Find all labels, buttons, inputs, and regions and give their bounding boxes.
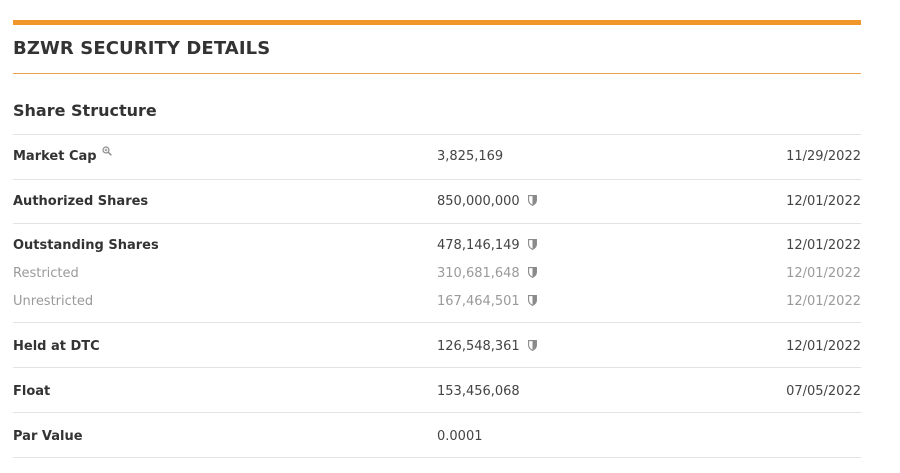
held-at-dtc-date: 12/01/2022 <box>786 339 861 354</box>
outstanding-shares-value: 478,146,149 <box>437 238 520 253</box>
authorized-shares-value: 850,000,000 <box>437 194 520 209</box>
outstanding-shares-label: Outstanding Shares <box>13 238 159 253</box>
float-label: Float <box>13 384 51 399</box>
unrestricted-label: Unrestricted <box>13 294 94 309</box>
float-value: 153,456,068 <box>437 384 520 399</box>
outstanding-shares-group: Outstanding Shares 478,146,149 12/01/202… <box>13 224 861 323</box>
restricted-row: Restricted 310,681,648 12/01/2022 <box>13 260 861 288</box>
restricted-date: 12/01/2022 <box>786 266 861 281</box>
security-details-panel: BZWR SECURITY DETAILS Share Structure Ma… <box>13 20 861 458</box>
unrestricted-value: 167,464,501 <box>437 294 520 309</box>
market-cap-label: Market Cap <box>13 143 112 171</box>
par-value-row: Par Value 0.0001 <box>13 423 861 451</box>
unrestricted-row: Unrestricted 167,464,501 12/01/2022 <box>13 288 861 316</box>
par-value-group: Par Value 0.0001 <box>13 413 861 458</box>
market-cap-label-text: Market Cap <box>13 149 97 164</box>
authorized-shares-group: Authorized Shares 850,000,000 12/01/2022 <box>13 180 861 224</box>
market-cap-row: Market Cap 3,825,169 11/29/2022 <box>13 143 861 171</box>
held-at-dtc-label: Held at DTC <box>13 339 100 354</box>
held-at-dtc-row: Held at DTC 126,548,361 12/01/2022 <box>13 333 861 361</box>
par-value-label: Par Value <box>13 429 83 444</box>
held-at-dtc-value: 126,548,361 <box>437 339 520 354</box>
market-cap-date: 11/29/2022 <box>786 149 861 164</box>
par-value-value: 0.0001 <box>437 429 483 444</box>
restricted-value-wrap: 310,681,648 <box>437 260 537 288</box>
section-title-share-structure: Share Structure <box>13 74 861 135</box>
float-date: 07/05/2022 <box>786 384 861 399</box>
restricted-value: 310,681,648 <box>437 266 520 281</box>
outstanding-shares-value-wrap: 478,146,149 <box>437 232 537 260</box>
unrestricted-date: 12/01/2022 <box>786 294 861 309</box>
authorized-shares-label: Authorized Shares <box>13 194 149 209</box>
outstanding-shares-row: Outstanding Shares 478,146,149 12/01/202… <box>13 232 861 260</box>
magnifier-icon[interactable] <box>101 146 112 156</box>
float-row: Float 153,456,068 07/05/2022 <box>13 378 861 406</box>
authorized-shares-value-wrap: 850,000,000 <box>437 188 537 216</box>
float-group: Float 153,456,068 07/05/2022 <box>13 368 861 413</box>
unrestricted-value-wrap: 167,464,501 <box>437 288 537 316</box>
market-cap-group: Market Cap 3,825,169 11/29/2022 <box>13 135 861 180</box>
page-title: BZWR SECURITY DETAILS <box>13 25 861 74</box>
restricted-label: Restricted <box>13 266 79 281</box>
shield-icon[interactable] <box>527 194 537 206</box>
shield-icon[interactable] <box>527 266 537 278</box>
held-at-dtc-value-wrap: 126,548,361 <box>437 333 537 361</box>
authorized-shares-date: 12/01/2022 <box>786 194 861 209</box>
held-at-dtc-group: Held at DTC 126,548,361 12/01/2022 <box>13 323 861 368</box>
shield-icon[interactable] <box>527 294 537 306</box>
authorized-shares-row: Authorized Shares 850,000,000 12/01/2022 <box>13 188 861 216</box>
shield-icon[interactable] <box>527 339 537 351</box>
shield-icon[interactable] <box>527 238 537 250</box>
outstanding-shares-date: 12/01/2022 <box>786 238 861 253</box>
market-cap-value: 3,825,169 <box>437 149 504 164</box>
